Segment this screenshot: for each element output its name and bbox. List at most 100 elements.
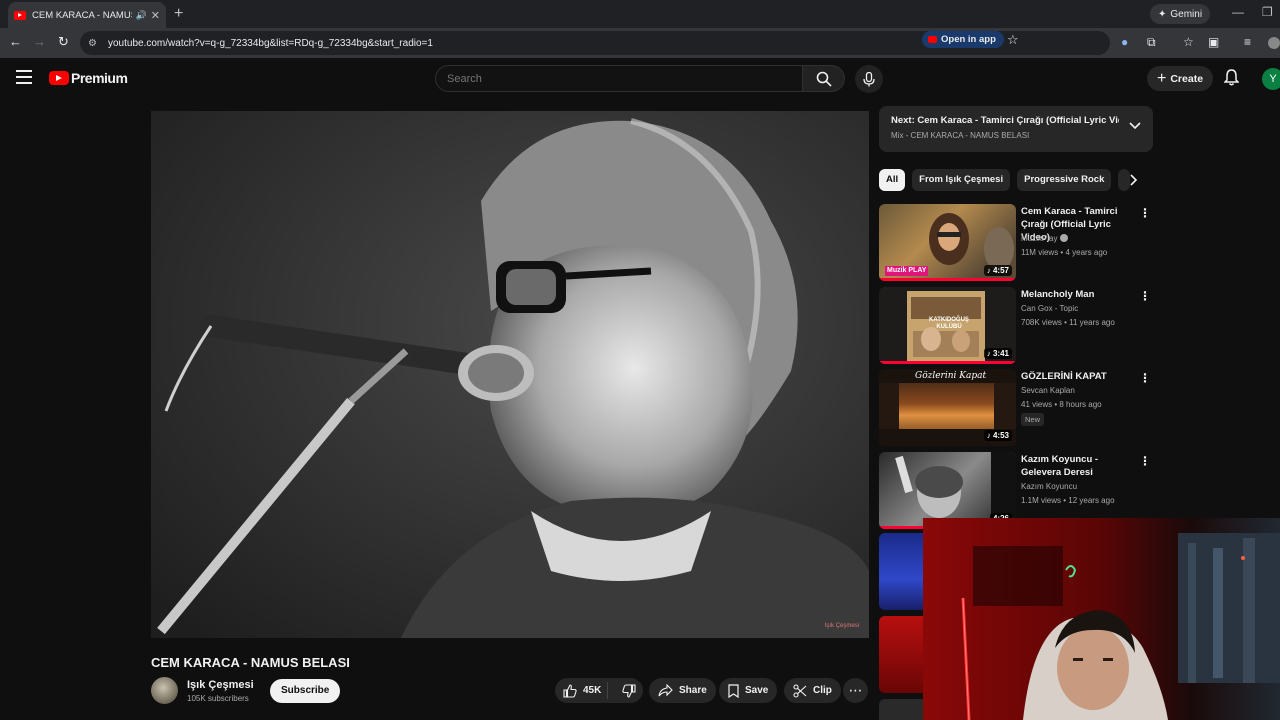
rec-meta: 1.1M views • 12 years ago [1021, 496, 1115, 505]
minimize-icon[interactable]: — [1232, 5, 1244, 19]
rec-channel[interactable]: Can Gox - Topic [1021, 304, 1078, 313]
extension-icon[interactable]: ● [1121, 35, 1128, 49]
search-icon [816, 71, 832, 87]
logo-text: Premium [71, 70, 128, 86]
chip-from-channel[interactable]: From Işık Çeşmesi [912, 169, 1011, 191]
duration-text: 4:53 [992, 431, 1009, 440]
youtube-favicon-icon [14, 10, 26, 20]
browser-tab-strip: CEM KARACA - NAMUS BELASI 🔊 ✕ + ✦ Gemini… [0, 0, 1280, 28]
gemini-label: Gemini [1170, 8, 1203, 20]
bookmark-icon [728, 683, 739, 698]
browser-tab[interactable]: CEM KARACA - NAMUS BELASI 🔊 ✕ [8, 2, 166, 28]
video-player[interactable]: Işık Çeşmesi [151, 111, 869, 638]
recommendation-item[interactable]: KATKIDOĞUŞ KULÜBÜ ♪ 3:41 Melancholy Man … [879, 287, 1153, 365]
recommendation-item[interactable]: Muzik PLAY ♪ 4:57 Cem Karaca - Tamirci Ç… [879, 204, 1153, 282]
video-thumbnail[interactable] [879, 699, 923, 720]
duration-text: 4:57 [992, 266, 1009, 275]
duration-text: 3:41 [992, 349, 1009, 358]
voice-search-button[interactable] [855, 65, 883, 93]
puzzle-icon[interactable]: ⧉ [1147, 35, 1156, 50]
video-thumbnail[interactable] [879, 616, 923, 693]
clip-button[interactable]: Clip [784, 678, 841, 703]
search-input[interactable] [435, 65, 803, 92]
video-duration: ♪ 4:53 [983, 430, 1012, 441]
watch-progress-bar [879, 361, 1016, 364]
kebab-menu-icon[interactable]: ⋮ [1139, 206, 1151, 220]
like-button[interactable]: 45K [555, 682, 609, 699]
watch-progress-bar [879, 278, 1016, 281]
reload-icon[interactable]: ↻ [58, 34, 69, 50]
video-thumbnail[interactable]: KATKIDOĞUŞ KULÜBÜ ♪ 3:41 [879, 287, 1016, 364]
sparkle-icon: ✦ [1158, 8, 1167, 20]
profile-avatar[interactable] [1268, 37, 1280, 49]
chevron-down-icon[interactable] [1129, 122, 1141, 130]
share-button[interactable]: Share [649, 678, 716, 703]
video-thumbnail[interactable]: Gözlerini Kapat ♪ 4:53 [879, 369, 1016, 446]
next-subtitle: Mix - CEM KARACA - NAMUS BELASI [891, 131, 1030, 140]
youtube-premium-logo[interactable]: Premium [49, 70, 128, 86]
bookmark-star-icon[interactable]: ☆ [1007, 32, 1019, 48]
chip-partial[interactable] [1118, 169, 1131, 191]
rec-channel[interactable]: Sevcan Kaplan [1021, 386, 1075, 395]
account-avatar[interactable]: Y [1262, 68, 1280, 90]
kebab-menu-icon[interactable]: ⋮ [1139, 454, 1151, 468]
youtube-small-icon [928, 36, 937, 43]
verified-icon [1060, 234, 1069, 242]
maximize-icon[interactable]: ❐ [1262, 5, 1273, 19]
channel-avatar[interactable] [151, 677, 178, 704]
dislike-button[interactable] [614, 683, 644, 698]
chevron-right-icon[interactable] [1130, 174, 1138, 186]
forward-arrow-icon[interactable]: → [33, 34, 46, 49]
rec-title: GÖZLERİNİ KAPAT [1021, 371, 1107, 382]
thumbs-up-icon [563, 683, 577, 698]
channel-name[interactable]: Işık Çeşmesi [187, 679, 254, 691]
site-info-icon[interactable]: ⚙ [88, 38, 104, 49]
save-button[interactable]: Save [719, 678, 778, 703]
gemini-button[interactable]: ✦ Gemini [1150, 4, 1211, 24]
rec-meta: 41 views • 8 hours ago [1021, 400, 1102, 409]
webcam-feed [923, 518, 1280, 720]
up-next-panel[interactable]: Next: Cem Karaca - Tamirci Çırağı (Offic… [879, 106, 1153, 152]
kebab-menu-icon[interactable]: ⋮ [1139, 371, 1151, 385]
share-arrow-icon [658, 684, 673, 697]
video-title: CEM KARACA - NAMUS BELASI [151, 655, 350, 670]
kebab-menu-icon[interactable]: ⋮ [1139, 289, 1151, 303]
rec-title: Melancholy Man [1021, 289, 1095, 300]
share-label: Share [679, 685, 707, 696]
create-button[interactable]: + Create [1147, 66, 1214, 91]
new-tab-icon[interactable]: + [174, 5, 183, 23]
video-thumbnail[interactable] [879, 533, 923, 610]
recommendation-item[interactable]: Gözlerini Kapat ♪ 4:53 GÖZLERİNİ KAPAT S… [879, 369, 1153, 447]
close-tab-icon[interactable]: ✕ [151, 9, 160, 22]
notifications-bell-icon[interactable] [1223, 69, 1240, 91]
rec-meta: 708K views • 11 years ago [1021, 318, 1115, 327]
subscriber-count: 105K subscribers [187, 694, 249, 703]
webcam-overlay [923, 518, 1280, 720]
plus-icon: + [1157, 69, 1167, 87]
search-button[interactable] [802, 65, 845, 92]
hamburger-menu-icon[interactable] [16, 70, 32, 84]
open-in-app-button[interactable]: Open in app [922, 31, 1004, 48]
subscribe-button[interactable]: Subscribe [270, 679, 341, 703]
rec-meta: 11M views • 4 years ago [1021, 248, 1108, 257]
video-thumbnail[interactable]: Muzik PLAY ♪ 4:57 [879, 204, 1016, 281]
rec-channel[interactable]: MuzikPlay [1021, 234, 1069, 243]
channel-text: MuzikPlay [1021, 234, 1058, 243]
speaker-icon[interactable]: 🔊 [136, 10, 147, 21]
reading-list-icon[interactable]: ≡ [1244, 35, 1251, 49]
rec-channel[interactable]: Kazım Koyuncu [1021, 482, 1077, 491]
filter-chips: All From Işık Çeşmesi Progressive Rock [879, 169, 1131, 191]
back-arrow-icon[interactable]: ← [9, 34, 22, 49]
scissors-icon [793, 683, 807, 698]
url-text: youtube.com/watch?v=q-g_72334bg&list=RDq… [108, 37, 433, 49]
bookmarks-icon[interactable]: ☆ [1183, 35, 1194, 49]
thumbnail-text: Gözlerini Kapat [915, 371, 987, 381]
youtube-logo-icon [49, 71, 69, 85]
side-panel-icon[interactable]: ▣ [1208, 35, 1219, 49]
video-duration: ♪ 3:41 [983, 348, 1012, 359]
chip-progressive-rock[interactable]: Progressive Rock [1017, 169, 1112, 191]
more-actions-icon[interactable]: ⋯ [843, 678, 868, 703]
chip-all[interactable]: All [879, 169, 906, 191]
video-duration: ♪ 4:57 [983, 265, 1012, 276]
like-dislike-group: 45K [555, 678, 643, 703]
